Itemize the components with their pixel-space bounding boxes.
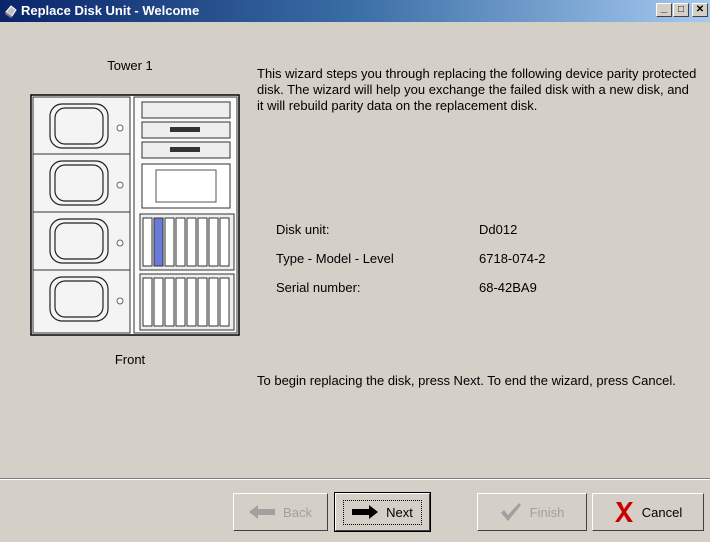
- arrow-left-icon: [249, 505, 276, 519]
- next-button[interactable]: Next: [334, 492, 431, 532]
- server-tower-illustration: [30, 94, 240, 336]
- drive-bays: [133, 96, 238, 334]
- tower-label: Tower 1: [107, 58, 153, 73]
- wizard-window: Replace Disk Unit - Welcome _ □ ✕ Tower …: [0, 0, 710, 542]
- next-label: Next: [386, 504, 413, 520]
- serial-number-value: 68-42BA9: [479, 280, 537, 295]
- outro-text: To begin replacing the disk, press Next.…: [257, 373, 676, 388]
- disk-unit-value: Dd012: [479, 222, 518, 237]
- fan-bays: [32, 96, 131, 334]
- back-label: Back: [283, 504, 312, 520]
- title-bar[interactable]: Replace Disk Unit - Welcome _ □ ✕: [0, 0, 710, 22]
- minimize-button[interactable]: _: [656, 3, 672, 17]
- wizard-content: Tower 1 Front This wizard steps you thro…: [0, 22, 710, 478]
- cancel-button[interactable]: Cancel: [592, 493, 704, 531]
- serial-number-label: Serial number:: [276, 280, 361, 295]
- minimize-icon: _: [660, 2, 668, 14]
- arrow-right-icon: [352, 505, 379, 519]
- maximize-button[interactable]: □: [673, 3, 689, 17]
- maximize-icon: □: [677, 4, 685, 15]
- disk-unit-label: Disk unit:: [276, 222, 330, 237]
- back-button[interactable]: Back: [233, 493, 328, 531]
- intro-text: This wizard steps you through replacing …: [257, 66, 697, 113]
- cancel-label: Cancel: [641, 504, 683, 520]
- next-focus-ring: Next: [343, 499, 422, 525]
- front-label: Front: [114, 352, 146, 367]
- red-x-icon: [614, 502, 633, 522]
- app-icon: [5, 5, 17, 18]
- type-model-level-label: Type - Model - Level: [276, 251, 394, 266]
- finish-label: Finish: [529, 504, 565, 520]
- window-title: Replace Disk Unit - Welcome: [21, 3, 200, 18]
- button-separator: [0, 478, 710, 480]
- checkmark-icon: [500, 503, 521, 521]
- finish-button[interactable]: Finish: [477, 493, 587, 531]
- close-button[interactable]: ✕: [692, 3, 708, 17]
- close-icon: ✕: [695, 4, 705, 15]
- type-model-level-value: 6718-074-2: [479, 251, 546, 266]
